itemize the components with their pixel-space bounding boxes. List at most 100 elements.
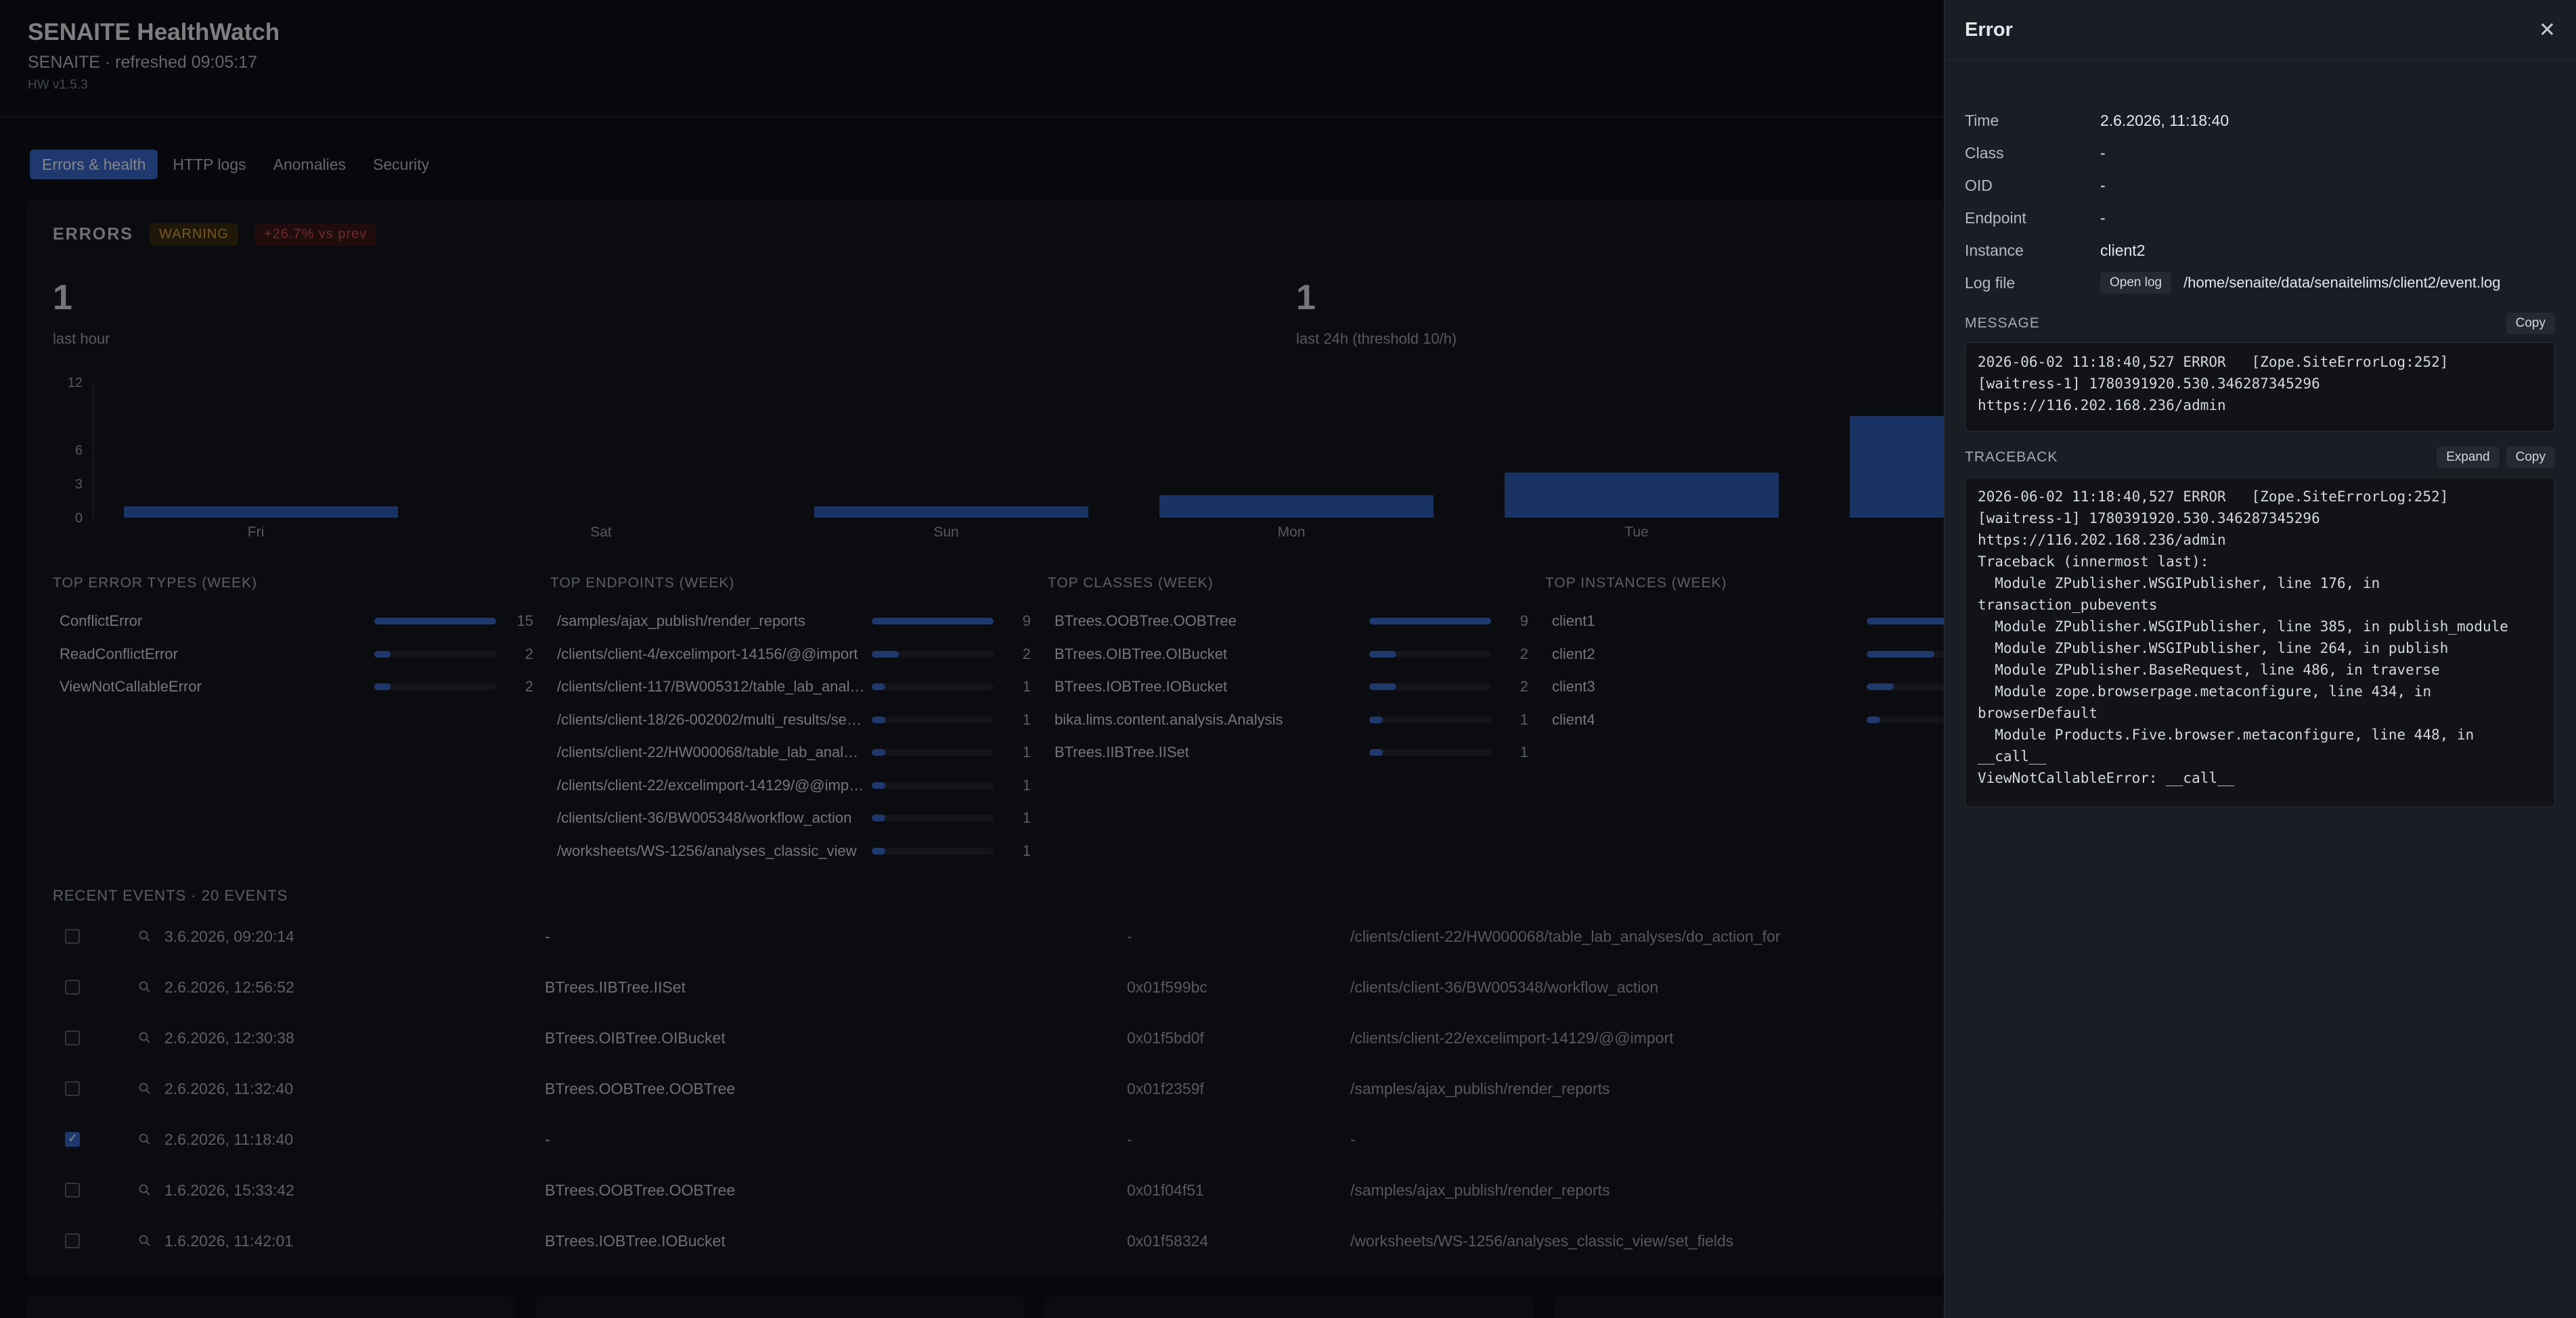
row-oid: - xyxy=(1127,1130,1132,1148)
row-checkbox[interactable] xyxy=(65,929,80,944)
tab-errors-health[interactable]: Errors & health xyxy=(30,150,158,179)
row-oid: 0x01f599bc xyxy=(1127,978,1207,996)
field-key: OID xyxy=(1965,176,1993,194)
list-item-label: /clients/client-18/26-002002/multi_resul… xyxy=(557,710,865,728)
search-icon[interactable] xyxy=(137,1081,152,1096)
app-title: SENAITE HealthWatch xyxy=(28,19,280,45)
list-item-count: 2 xyxy=(525,678,533,696)
row-checkbox[interactable] xyxy=(65,1081,80,1096)
errors-panel: ERRORS WARNING +26.7% vs prev 1 last hou… xyxy=(26,200,2124,1277)
table-row[interactable]: 2.6.2026, 11:32:40 BTrees.OOBTree.OOBTree… xyxy=(53,1064,1948,1114)
chart-bar-sun[interactable] xyxy=(814,506,1088,518)
top-error-types-list: ConflictError 15 ReadConflictError 2 ViewNot… xyxy=(53,605,540,704)
list-item-bar xyxy=(1369,618,1491,625)
row-checkbox[interactable] xyxy=(65,1030,80,1045)
table-row[interactable]: 2.6.2026, 11:18:40 - - - xyxy=(53,1114,1948,1165)
row-checkbox[interactable] xyxy=(65,1183,80,1198)
bottom-card-2 xyxy=(536,1296,1025,1318)
list-item-bar xyxy=(872,650,994,658)
row-oid: 0x01f2359f xyxy=(1127,1079,1204,1097)
table-row[interactable]: 1.6.2026, 15:33:42 BTrees.OOBTree.OOBTree… xyxy=(53,1165,1948,1216)
search-icon[interactable] xyxy=(137,1030,152,1045)
tab-http-logs[interactable]: HTTP logs xyxy=(160,150,258,179)
bottom-card-1 xyxy=(26,1296,514,1318)
search-icon[interactable] xyxy=(137,1132,152,1147)
chart-bar-mon[interactable] xyxy=(1159,495,1434,518)
field-value: 2.6.2026, 11:18:40 xyxy=(2100,111,2229,129)
list-item-bar-fill xyxy=(1867,716,1880,723)
field-key: Log file xyxy=(1965,273,2016,292)
field-value: client2 xyxy=(2100,241,2146,259)
row-oid: 0x01f58324 xyxy=(1127,1231,1209,1250)
bottom-card-4 xyxy=(1554,1296,1944,1318)
row-endpoint: /clients/client-36/BW005348/workflow_act… xyxy=(1350,978,1659,996)
search-icon[interactable] xyxy=(137,1233,152,1248)
chart-bar-tue[interactable] xyxy=(1505,472,1779,518)
close-icon[interactable]: ✕ xyxy=(2539,18,2556,42)
app-subtitle: SENAITE · refreshed 09:05:17 xyxy=(28,53,258,72)
row-time: 1.6.2026, 15:33:42 xyxy=(164,1181,294,1199)
list-item-count: 1 xyxy=(1022,744,1031,761)
list-item-bar-fill xyxy=(1369,618,1491,625)
open-log-button[interactable]: Open log xyxy=(2100,272,2172,294)
list-item-label: /worksheets/WS-1256/analyses_classic_vie… xyxy=(557,842,857,859)
stat-last-24h: 1 last 24h (threshold 10/h) xyxy=(1296,277,1457,348)
list-item: ReadConflictError 2 xyxy=(53,638,540,671)
list-item-label: BTrees.OIBTree.OIBucket xyxy=(1054,645,1228,662)
chart-x-tick-label: Tue xyxy=(1624,524,1648,540)
list-item: BTrees.IOBTree.IOBucket 2 xyxy=(1048,671,1535,704)
list-item-label: client1 xyxy=(1552,612,1595,630)
list-item-bar xyxy=(1369,749,1491,756)
list-item-label: /clients/client-4/excelimport-14156/@@im… xyxy=(557,645,858,662)
table-row[interactable]: 1.6.2026, 11:42:01 BTrees.IOBTree.IOBucke… xyxy=(53,1216,1948,1267)
field-value: - xyxy=(2100,176,2106,194)
row-oid: 0x01f04f51 xyxy=(1127,1181,1204,1199)
row-time: 2.6.2026, 11:32:40 xyxy=(164,1079,294,1097)
app-version: HW v1.5.3 xyxy=(28,78,88,92)
list-item: /clients/client-117/BW005312/table_lab_a… xyxy=(550,671,1038,704)
list-item-bar xyxy=(872,781,994,789)
errors-chart: 03612FriSatSunMonTueWed xyxy=(53,362,2124,551)
field-key: Class xyxy=(1965,143,2004,162)
list-item: BTrees.IIBTree.IISet 1 xyxy=(1048,736,1535,769)
list-item-bar xyxy=(872,683,994,691)
list-item: bika.lims.content.analysis.Analysis 1 xyxy=(1048,704,1535,737)
row-checkbox[interactable] xyxy=(65,1233,80,1248)
search-icon[interactable] xyxy=(137,980,152,995)
list-item-count: 1 xyxy=(1022,678,1031,696)
search-icon[interactable] xyxy=(137,1183,152,1198)
list-item-count: 1 xyxy=(1519,710,1528,728)
traceback-text: 2026-06-02 11:18:40,527 ERROR [Zope.Site… xyxy=(1965,477,2555,807)
tab-anomalies[interactable]: Anomalies xyxy=(261,150,358,179)
table-row[interactable]: 2.6.2026, 12:56:52 BTrees.IIBTree.IISet 0x… xyxy=(53,962,1948,1013)
header-divider xyxy=(0,116,1944,118)
search-icon[interactable] xyxy=(137,929,152,944)
list-item: ConflictError 15 xyxy=(53,605,540,638)
list-item-label: BTrees.IIBTree.IISet xyxy=(1054,744,1189,761)
tab-security[interactable]: Security xyxy=(361,150,441,179)
row-oid: 0x01f5bd0f xyxy=(1127,1028,1204,1047)
copy-message-button[interactable]: Copy xyxy=(2506,313,2555,334)
row-checkbox[interactable] xyxy=(65,1131,80,1147)
row-class: BTrees.OOBTree.OOBTree xyxy=(545,1079,736,1097)
copy-traceback-button[interactable]: Copy xyxy=(2506,447,2555,468)
row-checkbox[interactable] xyxy=(65,980,80,995)
row-class: BTrees.IIBTree.IISet xyxy=(545,978,686,996)
top-endpoints-list: /samples/ajax_publish/render_reports 9/cl… xyxy=(550,605,1038,867)
table-row[interactable]: 2.6.2026, 12:30:38 BTrees.OIBTree.OIBucke… xyxy=(53,1013,1948,1064)
expand-traceback-button[interactable]: Expand xyxy=(2437,447,2500,468)
row-endpoint: /clients/client-22/HW000068/table_lab_an… xyxy=(1350,927,1781,945)
errors-chart-svg: 03612FriSatSunMonTueWed xyxy=(68,376,2124,540)
header: SENAITE HealthWatch SENAITE · refreshed … xyxy=(28,19,280,93)
top-classes-title: TOP CLASSES (WEEK) xyxy=(1048,575,1214,591)
drawer-header: Error ✕ xyxy=(1945,0,2576,61)
drawer-title: Error xyxy=(1965,19,2013,41)
top-error-types-title: TOP ERROR TYPES (WEEK) xyxy=(53,575,258,591)
list-item-label: /clients/client-22/HW000068/table_lab_an… xyxy=(557,744,865,761)
chart-y-tick-label: 6 xyxy=(75,443,83,458)
field-key: Time xyxy=(1965,111,1999,129)
table-row[interactable]: 3.6.2026, 09:20:14 - - /clients/client-22/H… xyxy=(53,911,1948,962)
list-item-count: 1 xyxy=(1022,776,1031,794)
chart-bar-fri[interactable] xyxy=(124,506,398,518)
list-item-bar xyxy=(872,815,994,822)
